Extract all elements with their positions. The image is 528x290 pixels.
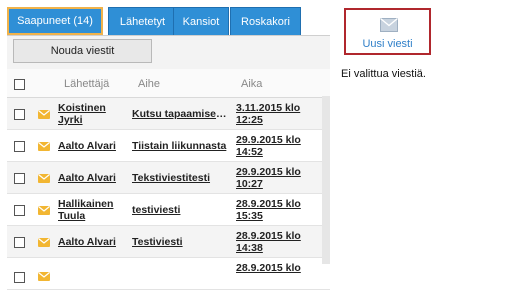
row-time[interactable]: 29.9.2015 klo 14:52 [236,134,306,158]
tab-sent[interactable]: Lähetetyt [108,7,177,35]
tab-inbox[interactable]: Saapuneet (14) [7,7,103,35]
header-time[interactable]: Aika [241,78,262,90]
select-all-checkbox[interactable] [14,79,25,90]
table-row[interactable]: Aalto Alvari Tekstiviestitesti 29.9.2015… [7,162,330,194]
table-row[interactable]: Aalto Alvari Tiistain liikunnasta 29.9.2… [7,130,330,162]
envelope-icon [38,142,50,151]
table-row[interactable]: Aalto Alvari Testiviesti 28.9.2015 klo 1… [7,226,330,258]
row-checkbox[interactable] [14,109,25,120]
row-checkbox[interactable] [14,173,25,184]
row-subject[interactable]: Tekstiviestitesti [132,172,229,184]
envelope-icon [380,17,398,35]
row-subject[interactable]: testiviesti [132,204,229,216]
envelope-icon [38,238,50,247]
empty-preview-text: Ei valittua viestiä. [341,68,426,80]
tab-folders[interactable]: Kansiot [173,7,229,35]
row-checkbox[interactable] [14,272,25,283]
row-time[interactable]: 29.9.2015 klo 10:27 [236,166,306,190]
row-subject[interactable]: Testiviesti [132,236,229,248]
header-sender[interactable]: Lähettäjä [64,78,109,90]
envelope-icon [38,272,50,281]
row-checkbox[interactable] [14,237,25,248]
row-sender[interactable]: Hallikainen Tuula [58,198,122,222]
table-row[interactable]: 28.9.2015 klo [7,258,330,290]
row-subject[interactable]: Kutsu tapaamiseen… [132,108,229,120]
row-sender[interactable]: Aalto Alvari [58,140,122,152]
table-row[interactable]: Koistinen Jyrki Kutsu tapaamiseen… 3.11.… [7,98,330,130]
row-time[interactable]: 28.9.2015 klo 15:35 [236,198,306,222]
row-sender[interactable]: Aalto Alvari [58,172,122,184]
table-header: Lähettäjä Aihe Aika [7,69,330,98]
envelope-icon [38,174,50,183]
row-sender[interactable]: Aalto Alvari [58,236,122,248]
message-list-panel: Nouda viestit Lähettäjä Aihe Aika Koisti… [7,35,330,290]
row-time[interactable]: 3.11.2015 klo 12:25 [236,102,306,126]
fetch-messages-button[interactable]: Nouda viestit [13,39,152,63]
scrollbar[interactable] [322,96,330,264]
header-subject[interactable]: Aihe [138,78,160,90]
row-time[interactable]: 28.9.2015 klo 14:38 [236,230,306,254]
envelope-icon [38,110,50,119]
row-subject[interactable]: Tiistain liikunnasta [132,140,229,152]
new-message-button[interactable]: Uusi viesti [344,8,431,55]
envelope-icon [38,206,50,215]
table-row[interactable]: Hallikainen Tuula testiviesti 28.9.2015 … [7,194,330,226]
row-sender[interactable]: Koistinen Jyrki [58,102,122,126]
row-checkbox[interactable] [14,205,25,216]
new-message-label: Uusi viesti [362,38,413,50]
tab-trash[interactable]: Roskakori [230,7,301,35]
row-checkbox[interactable] [14,141,25,152]
